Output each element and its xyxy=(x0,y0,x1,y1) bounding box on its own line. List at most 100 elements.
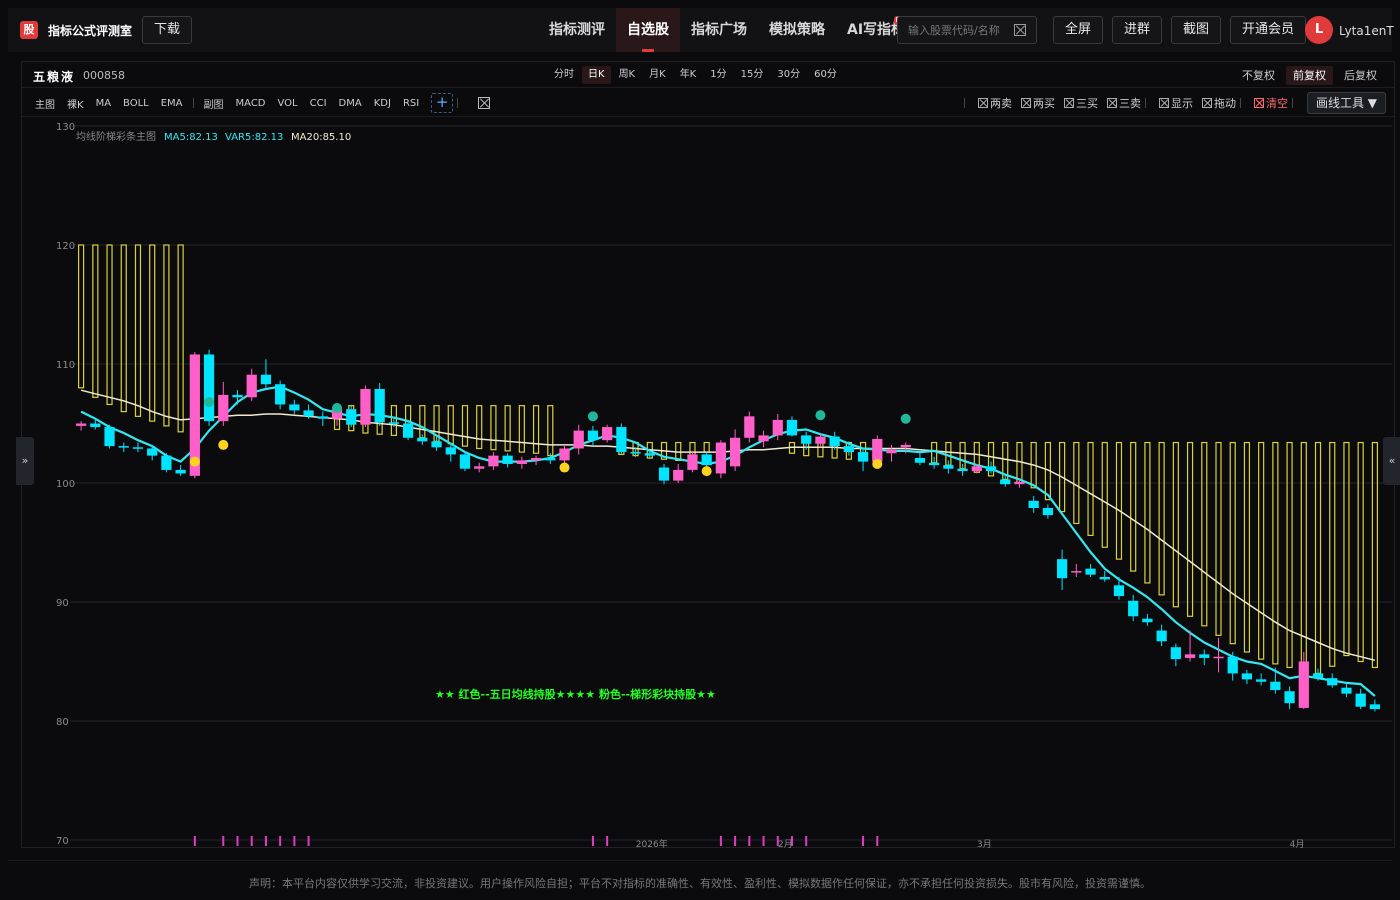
candle-body xyxy=(502,455,513,464)
signal-toggle-0[interactable]: 两卖 xyxy=(977,95,1012,111)
signal-label: 清空 xyxy=(1265,97,1288,110)
signal-label: 两买 xyxy=(1032,97,1055,110)
stock-code: 000858 xyxy=(83,69,125,82)
candle-body xyxy=(1014,481,1025,485)
candle-body xyxy=(1156,630,1167,642)
signal-toggle-1[interactable]: 两买 xyxy=(1020,95,1055,111)
candle-body xyxy=(1213,656,1224,659)
step-bar xyxy=(547,405,554,457)
username[interactable]: Lyta1enT xyxy=(1339,24,1394,38)
main-indicator-3[interactable]: BOLL xyxy=(117,98,155,109)
candle-body xyxy=(445,447,456,455)
sub-indicator-2[interactable]: VOL xyxy=(272,98,304,109)
x-tick-label: 2026年 xyxy=(636,838,668,848)
main-indicator-0[interactable]: 主图 xyxy=(29,96,61,111)
sub-indicator-5[interactable]: KDJ xyxy=(368,98,397,109)
candle-body xyxy=(388,422,400,424)
avatar[interactable]: L xyxy=(1305,16,1333,44)
indicator-list: 主图 裸K MA BOLL EMA 副图 MACD VOL CCI DMA KDJ RSI + xyxy=(29,89,491,117)
candle-body xyxy=(559,448,570,461)
candle-body xyxy=(431,441,442,448)
separator xyxy=(1239,98,1241,108)
main-indicator-1[interactable]: 裸K xyxy=(61,96,90,111)
period-tab-6[interactable]: 15分 xyxy=(735,66,770,84)
step-bar xyxy=(163,244,170,427)
nav-item-0[interactable]: 指标测评 xyxy=(538,8,616,52)
period-tab-0[interactable]: 分时 xyxy=(548,66,580,84)
candle-body xyxy=(587,430,599,441)
adjust-tab-2[interactable]: 后复权 xyxy=(1337,66,1384,85)
signal-toggles: 两卖 两买 三买 三卖 显示 拖动 清空 画线工具 ▼ xyxy=(960,89,1386,117)
step-bar xyxy=(504,405,511,452)
nav-item-label: 模拟策略 xyxy=(769,22,825,38)
adjust-tab-1[interactable]: 前复权 xyxy=(1286,66,1333,85)
top-button-3[interactable]: 开通会员 xyxy=(1230,16,1307,44)
expand-right-icon[interactable]: « xyxy=(1383,437,1400,485)
expand-left-icon[interactable]: » xyxy=(16,437,34,485)
period-tab-2[interactable]: 周K xyxy=(613,66,642,84)
signal-toggle-5[interactable]: 拖动 xyxy=(1201,95,1236,111)
step-bar xyxy=(1258,441,1265,660)
period-tab-1[interactable]: 日K xyxy=(582,66,611,84)
signal-toggle-3[interactable]: 三卖 xyxy=(1106,95,1141,111)
sub-indicator-4[interactable]: DMA xyxy=(333,98,368,109)
step-bar xyxy=(1357,441,1364,663)
period-tab-5[interactable]: 1分 xyxy=(704,66,732,84)
candle-body xyxy=(1000,479,1011,485)
signal-label: 两卖 xyxy=(989,97,1012,110)
period-tab-4[interactable]: 年K xyxy=(674,66,703,84)
candle-body xyxy=(1270,681,1281,691)
nav-item-3[interactable]: 模拟策略 xyxy=(758,8,836,52)
sub-indicator-6[interactable]: RSI xyxy=(397,98,425,109)
candle-body xyxy=(1327,678,1338,686)
step-bar xyxy=(1215,441,1222,636)
period-tabs: 分时 日K 周K 月K 年K 1分 15分 30分 60分 xyxy=(548,66,843,84)
candle-body xyxy=(914,458,926,463)
search-clear-icon[interactable] xyxy=(1014,24,1026,36)
candle-body xyxy=(900,444,911,448)
signal-label: 拖动 xyxy=(1213,97,1236,110)
candle-body xyxy=(829,436,840,447)
adjust-tab-0[interactable]: 不复权 xyxy=(1235,66,1282,85)
download-button[interactable]: 下载 xyxy=(142,16,193,44)
sub-indicator-0[interactable]: 副图 xyxy=(198,96,230,111)
signal-toggle-6[interactable]: 清空 xyxy=(1253,95,1288,111)
step-bar xyxy=(447,405,454,445)
step-bar xyxy=(1144,441,1151,584)
top-button-2[interactable]: 截图 xyxy=(1171,16,1222,44)
main-nav: 指标测评自选股指标广场模拟策略AI写指标NEW xyxy=(538,8,917,52)
candlestick-chart[interactable]: 70 80 90 100 110 120 130 2026年 2月 3月 4月 均线阶梯彩条主图 MA5… xyxy=(22,118,1394,848)
sub-indicator-1[interactable]: MACD xyxy=(230,98,272,109)
candle-body xyxy=(317,416,328,419)
stock-name: 五粮液 xyxy=(33,70,76,84)
period-tab-3[interactable]: 月K xyxy=(643,66,672,84)
candle-body xyxy=(1341,687,1352,694)
nav-item-1[interactable]: 自选股 xyxy=(616,8,680,52)
step-bar xyxy=(1115,441,1123,560)
separator xyxy=(192,98,194,108)
main-indicator-4[interactable]: EMA xyxy=(155,98,189,109)
period-tab-7[interactable]: 30分 xyxy=(771,66,806,84)
period-tab-8[interactable]: 60分 xyxy=(808,66,843,84)
candle-body xyxy=(147,448,158,456)
top-button-0[interactable]: 全屏 xyxy=(1053,16,1104,44)
nav-item-2[interactable]: 指标广场 xyxy=(680,8,758,52)
sub-indicator-3[interactable]: CCI xyxy=(304,98,333,109)
candle-body xyxy=(772,419,783,436)
candle-body xyxy=(1184,654,1196,658)
step-bar xyxy=(149,244,156,422)
top-button-1[interactable]: 进群 xyxy=(1112,16,1163,44)
candle-body xyxy=(346,409,357,425)
buy-signal-dot xyxy=(701,466,712,477)
close-indicator-icon[interactable] xyxy=(478,97,491,109)
add-indicator-button[interactable]: + xyxy=(431,93,454,113)
draw-tools-button[interactable]: 画线工具 ▼ xyxy=(1306,92,1386,114)
checkbox-icon xyxy=(1063,98,1074,108)
checkbox-icon xyxy=(1106,98,1117,108)
main-indicator-2[interactable]: MA xyxy=(90,98,117,109)
signal-toggle-2[interactable]: 三买 xyxy=(1063,95,1098,111)
signal-toggle-4[interactable]: 显示 xyxy=(1158,95,1193,111)
candle-body xyxy=(246,374,257,398)
candle-body xyxy=(644,453,655,456)
checkbox-icon xyxy=(977,98,988,108)
